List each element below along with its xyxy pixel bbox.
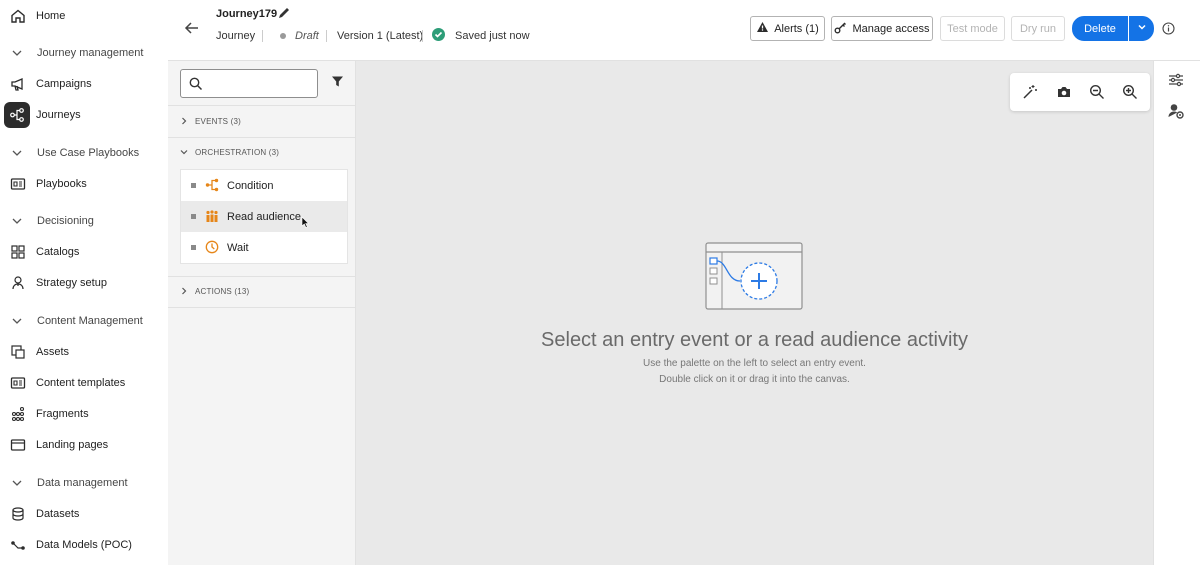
activity-palette: EVENTS (3) ORCHESTRATION (3) Condition R… [168, 61, 356, 565]
dry-run-button[interactable]: Dry run [1011, 16, 1065, 41]
journey-icon [4, 102, 30, 128]
search-input[interactable] [180, 69, 318, 98]
status-badge: Draft [295, 30, 319, 42]
back-arrow-icon[interactable] [182, 18, 202, 38]
divider [422, 30, 423, 42]
nav-section-journey-management[interactable]: Journey management [0, 39, 168, 67]
nav-datasets[interactable]: Datasets [0, 500, 168, 528]
chevron-down-icon [1137, 22, 1147, 35]
drag-handle[interactable] [191, 183, 196, 188]
properties-icon[interactable] [1167, 71, 1185, 89]
chevron-down-icon [8, 143, 26, 163]
nav-data-models[interactable]: Data Models (POC) [0, 531, 168, 559]
checkmark-icon [432, 28, 445, 41]
nav-section-data-management[interactable]: Data management [0, 469, 168, 497]
chevron-right-icon [179, 286, 189, 298]
divider [262, 30, 263, 42]
zoom-in-icon[interactable] [1122, 84, 1138, 100]
orchestration-list: Condition Read audience Wait [180, 169, 348, 264]
zoom-out-icon[interactable] [1089, 84, 1105, 100]
journey-header: Journey179 Journey Draft Version 1 (Late… [168, 0, 1200, 61]
nav-section-use-case-playbooks[interactable]: Use Case Playbooks [0, 139, 168, 167]
nav-landing-pages[interactable]: Landing pages [0, 431, 168, 459]
nav-catalogs[interactable]: Catalogs [0, 238, 168, 266]
magic-wand-icon[interactable] [1022, 84, 1038, 100]
catalog-icon [8, 242, 28, 262]
status-dot [280, 33, 286, 39]
megaphone-icon [8, 74, 28, 94]
save-status: Saved just now [455, 30, 530, 42]
assets-icon [8, 342, 28, 362]
fragments-icon [8, 404, 28, 424]
chevron-down-icon [8, 311, 26, 331]
audience-icon [205, 209, 219, 223]
right-rail [1153, 61, 1200, 565]
journey-title: Journey179 [216, 8, 278, 20]
nav-fragments[interactable]: Fragments [0, 400, 168, 428]
version-label: Version 1 (Latest) [337, 30, 424, 42]
mouse-cursor-icon [301, 216, 310, 231]
nav-journeys[interactable]: Journeys [0, 101, 168, 129]
nav-section-content-management[interactable]: Content Management [0, 307, 168, 335]
user-settings-icon[interactable] [1167, 102, 1185, 120]
nav-content-templates[interactable]: Content templates [0, 369, 168, 397]
left-nav: Home Journey management Campaigns Journe… [0, 0, 168, 565]
nav-campaigns[interactable]: Campaigns [0, 70, 168, 98]
chevron-down-icon [8, 211, 26, 231]
empty-canvas-title: Select an entry event or a read audience… [541, 329, 968, 351]
journey-canvas[interactable]: Select an entry event or a read audience… [356, 61, 1153, 565]
category-orchestration[interactable]: ORCHESTRATION (3) [168, 137, 356, 168]
condition-icon [205, 178, 219, 192]
test-mode-button[interactable]: Test mode [940, 16, 1005, 41]
alerts-button[interactable]: Alerts (1) [750, 16, 825, 41]
info-icon[interactable] [1162, 22, 1175, 35]
drag-handle[interactable] [191, 245, 196, 250]
chevron-down-icon [8, 473, 26, 493]
playbook-icon [8, 174, 28, 194]
clock-icon [205, 240, 219, 254]
delete-menu-button[interactable] [1129, 16, 1154, 41]
nav-assets[interactable]: Assets [0, 338, 168, 366]
palette-item-read-audience[interactable]: Read audience [181, 201, 347, 232]
search-icon [189, 77, 203, 94]
pencil-icon[interactable] [277, 6, 291, 20]
data-model-icon [8, 535, 28, 555]
empty-canvas-hint: Use the palette on the left to select an… [643, 358, 866, 369]
empty-canvas-illustration [705, 242, 803, 313]
filter-icon[interactable] [331, 75, 344, 91]
nav-home[interactable]: Home [0, 2, 168, 30]
strategy-icon [8, 273, 28, 293]
key-icon [834, 21, 847, 37]
home-icon [8, 6, 28, 26]
drag-handle[interactable] [191, 214, 196, 219]
chevron-down-icon [8, 43, 26, 63]
alert-icon [756, 21, 769, 36]
empty-canvas-hint: Double click on it or drag it into the c… [659, 374, 850, 385]
palette-item-condition[interactable]: Condition [181, 170, 347, 201]
divider [168, 307, 356, 308]
category-actions[interactable]: ACTIONS (13) [168, 276, 356, 307]
chevron-down-icon [179, 147, 189, 159]
database-icon [8, 504, 28, 524]
camera-icon[interactable] [1056, 84, 1072, 100]
nav-playbooks[interactable]: Playbooks [0, 170, 168, 198]
chevron-right-icon [179, 116, 189, 128]
template-icon [8, 373, 28, 393]
divider [326, 30, 327, 42]
category-events[interactable]: EVENTS (3) [168, 106, 356, 137]
palette-item-wait[interactable]: Wait [181, 232, 347, 263]
landing-page-icon [8, 435, 28, 455]
manage-access-button[interactable]: Manage access [831, 16, 933, 41]
nav-strategy-setup[interactable]: Strategy setup [0, 269, 168, 297]
canvas-toolbar [1010, 73, 1150, 111]
journey-type: Journey [216, 30, 256, 42]
delete-button[interactable]: Delete [1072, 16, 1128, 41]
nav-section-decisioning[interactable]: Decisioning [0, 207, 168, 235]
